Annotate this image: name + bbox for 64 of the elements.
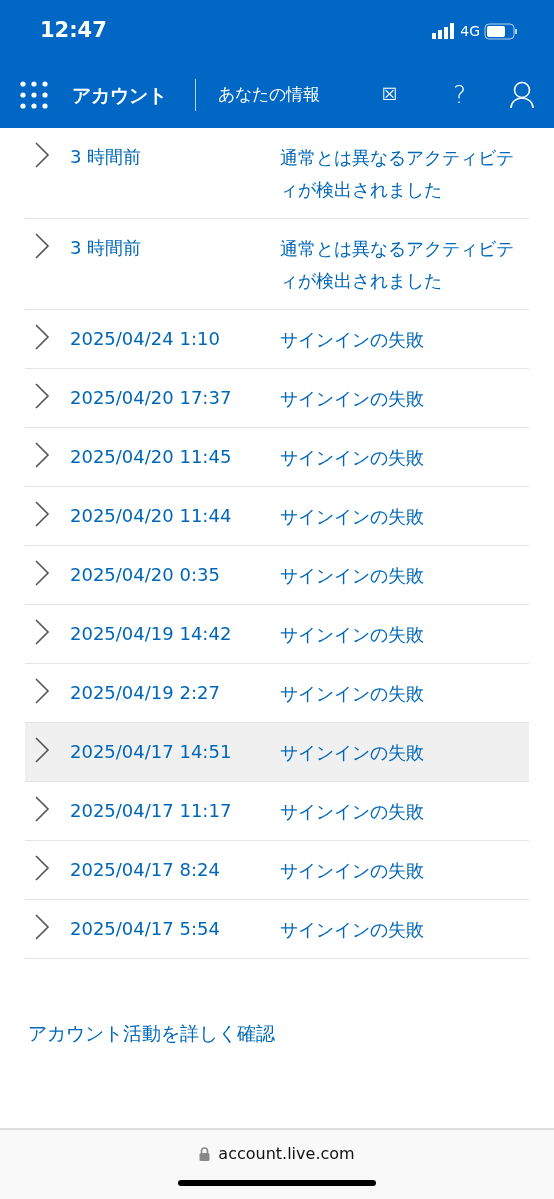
url-text[interactable]: account.live.com (218, 1142, 355, 1166)
status-time: 12:47 (40, 17, 107, 45)
activity-row[interactable]: 2025/04/17 5:54 サインインの失敗 (25, 900, 529, 959)
activity-event: サインインの失敗 (280, 564, 424, 588)
chevron-icon (34, 233, 50, 259)
activity-time: 3 時間前 (70, 236, 143, 260)
network-label: 4G (460, 21, 480, 41)
app-title[interactable]: アカウント (72, 80, 167, 110)
chevron-icon (34, 324, 50, 350)
activity-row[interactable]: 2025/04/20 17:37 サインインの失敗 (25, 369, 529, 428)
chevron-icon (34, 560, 50, 586)
activity-event: サインインの失敗 (280, 505, 424, 529)
activity-time: 2025/04/17 5:54 (70, 917, 221, 941)
app-launcher-icon[interactable] (20, 81, 48, 109)
activity-event: 通常とは異なるアクティビティが検出されました (280, 146, 515, 202)
chevron-icon (34, 914, 50, 940)
activity-time: 2025/04/17 14:51 (70, 740, 233, 764)
chevron-icon (34, 142, 50, 168)
activity-event: サインインの失敗 (280, 446, 424, 470)
activity-event: サインインの失敗 (280, 682, 424, 706)
activity-event: サインインの失敗 (280, 859, 424, 883)
activity-row[interactable]: 2025/04/20 0:35 サインインの失敗 (25, 546, 529, 605)
activity-time: 2025/04/20 11:45 (70, 445, 233, 469)
review-activity-link[interactable]: アカウント活動を詳しく確認 (28, 1019, 275, 1048)
activity-row[interactable]: 2025/04/20 11:45 サインインの失敗 (25, 428, 529, 487)
activity-time: 2025/04/20 17:37 (70, 386, 233, 410)
lock-icon (199, 1147, 211, 1161)
activity-event: サインインの失敗 (280, 800, 424, 824)
activity-row[interactable]: 2025/04/20 11:44 サインインの失敗 (25, 487, 529, 546)
activity-row[interactable]: 2025/04/19 14:42 サインインの失敗 (25, 605, 529, 664)
chevron-icon (34, 855, 50, 881)
activity-row[interactable]: 2025/04/17 14:51 サインインの失敗 (25, 723, 529, 782)
activity-time: 2025/04/17 11:17 (70, 799, 233, 823)
activity-row[interactable]: 3 時間前 通常とは異なるアクティビティが検出されました (25, 128, 529, 219)
chevron-icon (34, 737, 50, 763)
chevron-icon (34, 383, 50, 409)
chevron-icon (34, 678, 50, 704)
missing-glyph-icon[interactable]: ☒ (382, 82, 398, 108)
activity-row[interactable]: 3 時間前 通常とは異なるアクティビティが検出されました (25, 219, 529, 310)
activity-time: 2025/04/20 11:44 (70, 504, 233, 528)
activity-event: サインインの失敗 (280, 387, 424, 411)
chevron-icon (34, 442, 50, 468)
activity-time: 2025/04/17 8:24 (70, 858, 221, 882)
activity-time: 2025/04/19 2:27 (70, 681, 221, 705)
activity-time: 2025/04/24 1:10 (70, 327, 221, 351)
chevron-icon (34, 619, 50, 645)
nav-link[interactable]: あなたの情報 (218, 82, 320, 108)
activity-row[interactable]: 2025/04/24 1:10 サインインの失敗 (25, 310, 529, 369)
activity-event: 通常とは異なるアクティビティが検出されました (280, 237, 515, 293)
chevron-icon (34, 501, 50, 527)
activity-event: サインインの失敗 (280, 918, 424, 942)
signal-icon (432, 23, 457, 39)
activity-time: 2025/04/19 14:42 (70, 622, 233, 646)
chevron-icon (34, 796, 50, 822)
help-icon[interactable]: ? (453, 77, 466, 113)
activity-row[interactable]: 2025/04/17 11:17 サインインの失敗 (25, 782, 529, 841)
activity-time: 3 時間前 (70, 145, 143, 169)
activity-event: サインインの失敗 (280, 741, 424, 765)
activity-row[interactable]: 2025/04/17 8:24 サインインの失敗 (25, 841, 529, 900)
activity-event: サインインの失敗 (280, 328, 424, 352)
account-icon[interactable] (510, 81, 534, 109)
battery-icon (484, 22, 518, 40)
activity-event: サインインの失敗 (280, 623, 424, 647)
activity-time: 2025/04/20 0:35 (70, 563, 221, 587)
